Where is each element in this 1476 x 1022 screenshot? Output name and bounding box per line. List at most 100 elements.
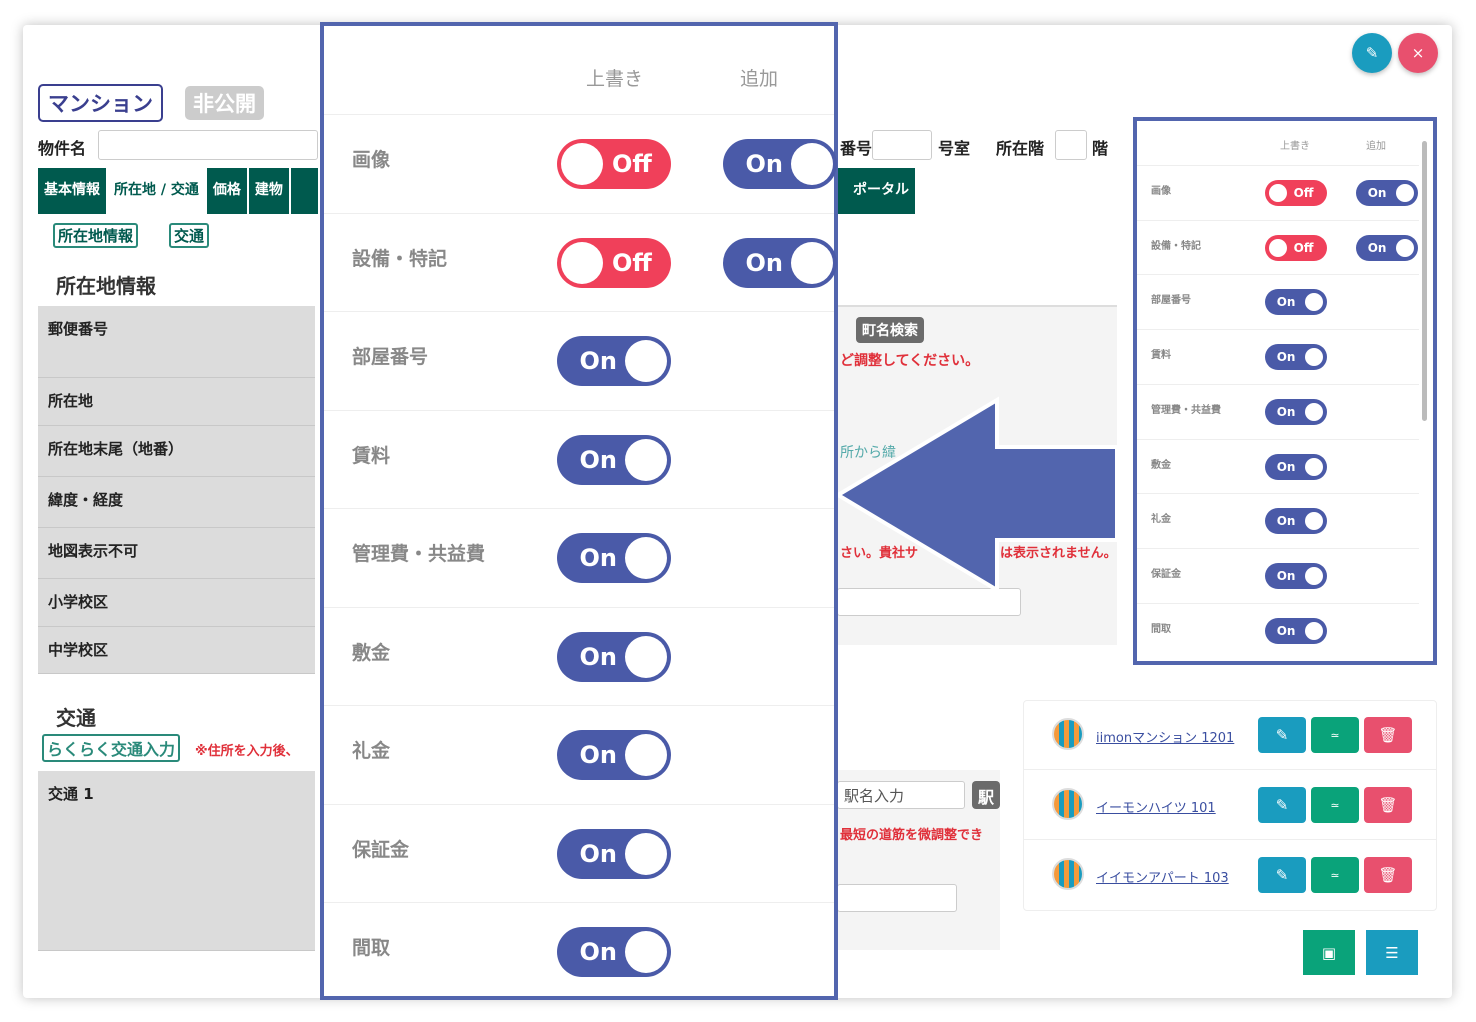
override-row-small: 部屋番号 On <box>1137 274 1419 329</box>
room-input[interactable] <box>872 130 932 160</box>
tab-location[interactable]: 所在地 / 交通 <box>108 168 207 214</box>
delete-property-button[interactable]: 🗑 <box>1364 787 1412 823</box>
list-icon: ☰ <box>1385 943 1399 962</box>
add-toggle[interactable]: On <box>723 139 837 189</box>
toggle-knob <box>1305 512 1323 531</box>
close-button[interactable]: × <box>1398 33 1438 73</box>
overwrite-toggle-small[interactable]: On <box>1265 289 1327 316</box>
override-row-small: 間取 On <box>1137 602 1419 658</box>
override-row-label: 保証金 <box>352 838 410 861</box>
delete-property-button[interactable]: 🗑 <box>1364 717 1412 753</box>
overwrite-toggle[interactable]: On <box>557 533 671 583</box>
pencil-icon: ✎ <box>1275 726 1289 744</box>
station-search-button[interactable]: 駅 <box>972 781 1000 809</box>
sync-property-button[interactable]: ≃ <box>1311 787 1359 823</box>
edit-button[interactable]: ✎ <box>1352 33 1392 73</box>
overwrite-toggle[interactable]: On <box>557 631 671 682</box>
toggle-knob <box>625 438 667 481</box>
override-row-label: 間取 <box>352 937 391 959</box>
list-divider <box>1024 769 1436 770</box>
pencil-icon: ✎ <box>1365 44 1379 62</box>
station-input[interactable]: 駅名入力 <box>837 781 965 809</box>
override-row-label: 設備・特記 <box>352 247 448 270</box>
col-overwrite-small: 上書き <box>1280 141 1310 152</box>
overwrite-toggle-small[interactable]: On <box>1265 398 1327 425</box>
tab-bar-right: ポータル <box>837 168 917 214</box>
scrollbar[interactable] <box>1422 141 1427 421</box>
override-row-small: 設備・特記 Off On <box>1137 219 1419 275</box>
override-row: 設備・特記 Off On <box>324 212 837 311</box>
town-search-button[interactable]: 町名検索 <box>856 317 924 343</box>
overwrite-toggle[interactable]: On <box>557 828 671 879</box>
tab-price[interactable]: 価格 <box>207 168 249 214</box>
tab-portal[interactable]: ポータル <box>837 168 917 214</box>
location-title: 所在地情報 <box>56 274 156 298</box>
room-label: 番号 <box>840 139 873 158</box>
adjust-note: ど調整してください。 <box>840 353 980 369</box>
add-toggle-small[interactable]: On <box>1356 234 1418 261</box>
toggle-knob <box>1305 348 1323 367</box>
overwrite-toggle-label: On <box>579 741 618 769</box>
overwrite-toggle-small[interactable]: On <box>1265 562 1327 589</box>
override-row-small: 保証金 On <box>1137 547 1419 603</box>
overwrite-toggle-label: Off <box>612 248 652 277</box>
property-link[interactable]: イイモンアパート 103 <box>1096 867 1229 886</box>
subtab-traffic[interactable]: 交通 <box>169 223 210 248</box>
sync-property-button[interactable]: ≃ <box>1311 857 1359 893</box>
overwrite-toggle[interactable]: Off <box>557 139 671 189</box>
add-toggle[interactable]: On <box>723 237 837 288</box>
overwrite-toggle[interactable]: Off <box>557 237 671 288</box>
row-postal: 郵便番号 <box>38 306 315 378</box>
toggle-knob <box>1396 238 1414 257</box>
override-row: 間取 On <box>324 902 834 1000</box>
toggle-knob <box>625 635 667 678</box>
add-toggle-small[interactable]: On <box>1356 180 1418 206</box>
sync-property-button[interactable]: ≃ <box>1311 717 1359 753</box>
property-link[interactable]: イーモンハイツ 101 <box>1096 797 1216 816</box>
override-row-label-small: 画像 <box>1151 186 1171 197</box>
overwrite-toggle-small[interactable]: Off <box>1265 234 1327 261</box>
edit-property-button[interactable]: ✎ <box>1258 717 1306 753</box>
override-row-label: 礼金 <box>352 740 391 762</box>
override-row-label-small: 賃料 <box>1151 350 1171 362</box>
overwrite-toggle-small[interactable]: On <box>1265 617 1327 644</box>
overwrite-toggle-small[interactable]: On <box>1265 508 1327 535</box>
floor-input[interactable] <box>1055 130 1087 160</box>
toggle-knob <box>1305 457 1323 476</box>
subtab-location[interactable]: 所在地情報 <box>53 223 139 248</box>
overwrite-toggle[interactable]: On <box>557 730 671 780</box>
edit-property-button[interactable]: ✎ <box>1258 857 1306 893</box>
edit-property-button[interactable]: ✎ <box>1258 787 1306 823</box>
tab-basic[interactable]: 基本情報 <box>38 168 108 214</box>
overwrite-toggle-small[interactable]: Off <box>1265 180 1327 206</box>
traffic-input[interactable] <box>837 884 957 912</box>
overwrite-toggle[interactable]: On <box>557 336 671 386</box>
overwrite-toggle-small[interactable]: On <box>1265 344 1327 371</box>
tab-building[interactable]: 建物 <box>249 168 291 214</box>
overwrite-toggle[interactable]: On <box>557 927 671 977</box>
overwrite-toggle[interactable]: On <box>557 434 671 485</box>
override-row-label-small: 部屋番号 <box>1151 295 1191 307</box>
override-row-label-small: 敷金 <box>1151 459 1171 471</box>
list-view-button[interactable]: ☰ <box>1366 930 1418 975</box>
property-logo-icon <box>1052 858 1084 890</box>
overwrite-toggle-small-label: Off <box>1293 186 1314 200</box>
easy-traffic-button[interactable]: らくらく交通入力 <box>42 734 181 762</box>
overwrite-toggle-small-label: Off <box>1293 240 1314 255</box>
add-toggle-small-label: On <box>1367 186 1387 200</box>
gallery-button[interactable]: ▣ <box>1303 930 1355 975</box>
property-link[interactable]: iimonマンション 1201 <box>1096 727 1234 746</box>
delete-property-button[interactable]: 🗑 <box>1364 857 1412 893</box>
row-address-tail: 所在地末尾（地番） <box>38 426 315 477</box>
property-name-input[interactable] <box>98 130 318 160</box>
row-latlng: 緯度・経度 <box>38 477 315 528</box>
room-unit: 号室 <box>938 139 971 158</box>
overwrite-toggle-small[interactable]: On <box>1265 453 1327 480</box>
override-row-small: 管理費・共益費 On <box>1137 383 1419 439</box>
floor-label: 所在階 <box>996 139 1045 158</box>
override-row-small: 画像 Off On <box>1137 165 1419 220</box>
add-toggle-label: On <box>745 150 784 178</box>
toggle-knob <box>1305 621 1323 640</box>
toggle-knob <box>625 340 667 382</box>
override-row-small: 賃料 On <box>1137 329 1419 384</box>
